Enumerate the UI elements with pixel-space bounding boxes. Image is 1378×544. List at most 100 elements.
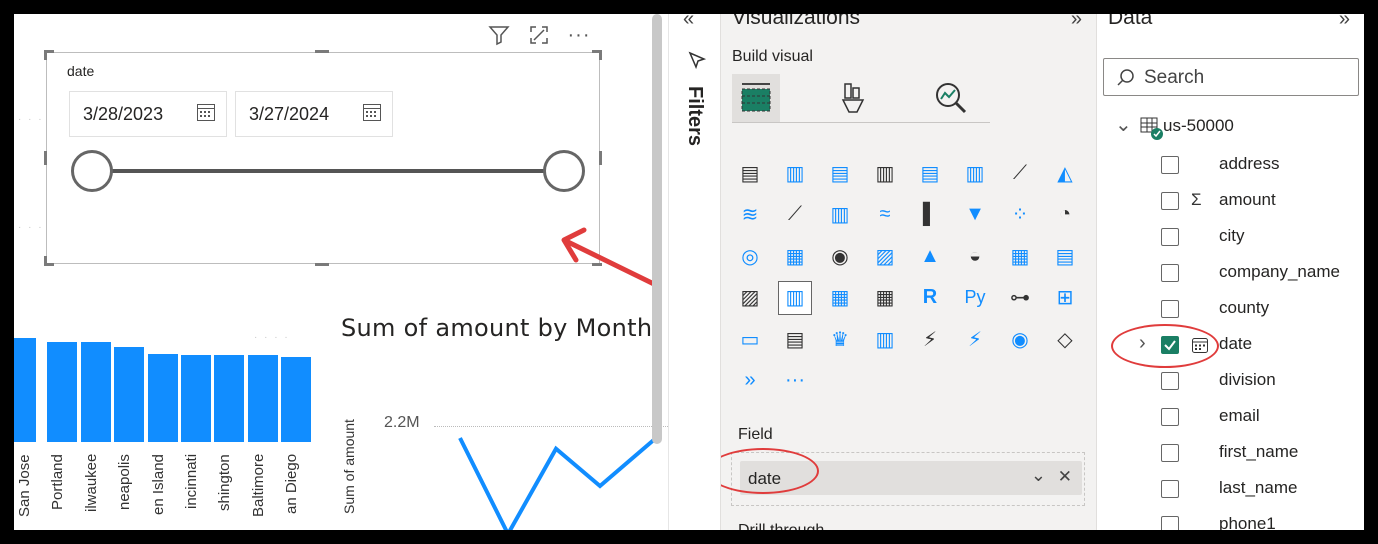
- search-field[interactable]: Search: [1103, 58, 1359, 96]
- slider-end-handle[interactable]: [543, 150, 585, 192]
- resize-handle[interactable]: [599, 50, 602, 60]
- field-checkbox[interactable]: [1161, 480, 1179, 498]
- visual-type-icon[interactable]: ▨: [868, 239, 902, 273]
- visual-type-icon[interactable]: ⊞: [1048, 281, 1082, 315]
- field-checkbox[interactable]: [1161, 516, 1179, 530]
- field-row[interactable]: Σamount: [1097, 184, 1364, 220]
- table-node[interactable]: ⌄ us-50000: [1097, 110, 1364, 146]
- filter-icon[interactable]: [486, 22, 512, 48]
- visual-type-icon[interactable]: ▲: [913, 239, 947, 273]
- bar[interactable]: [114, 347, 145, 442]
- build-visual-tab[interactable]: [732, 74, 780, 122]
- field-row[interactable]: address: [1097, 148, 1364, 184]
- field-row[interactable]: county: [1097, 292, 1364, 328]
- visual-type-icon[interactable]: ⚡: [958, 322, 992, 356]
- bar[interactable]: [214, 354, 245, 442]
- field-row[interactable]: company_name: [1097, 256, 1364, 292]
- field-checkbox[interactable]: [1161, 264, 1179, 282]
- visual-type-icon[interactable]: ▤: [1048, 239, 1082, 273]
- field-checkbox[interactable]: [1161, 156, 1179, 174]
- visual-type-icon[interactable]: ▦: [778, 239, 812, 273]
- report-canvas[interactable]: · · · · · · ··· date 3/28/2023 3/27/2024…: [14, 14, 668, 530]
- visual-type-icon[interactable]: ⟋: [1003, 156, 1037, 190]
- bar[interactable]: [247, 354, 278, 442]
- chevron-down-icon[interactable]: ⌄: [1031, 465, 1046, 486]
- field-row[interactable]: phone1: [1097, 508, 1364, 530]
- visual-type-icon[interactable]: ⚡: [913, 322, 947, 356]
- bar[interactable]: [281, 356, 312, 442]
- bar[interactable]: [14, 338, 36, 442]
- visual-type-icon[interactable]: ⟋: [778, 198, 812, 232]
- visual-type-icon[interactable]: ▦: [823, 281, 857, 315]
- calendar-icon[interactable]: [196, 102, 216, 122]
- visual-type-icon[interactable]: ♛: [823, 322, 857, 356]
- field-checkbox[interactable]: [1161, 192, 1179, 210]
- visual-type-icon[interactable]: ▌: [913, 198, 947, 232]
- expand-filters-icon[interactable]: «: [683, 8, 694, 31]
- more-options-icon[interactable]: ···: [566, 22, 592, 48]
- visual-type-icon[interactable]: ◇: [1048, 322, 1082, 356]
- calendar-icon[interactable]: [362, 102, 382, 122]
- visual-type-icon[interactable]: ◎: [733, 239, 767, 273]
- bar[interactable]: [80, 342, 111, 442]
- visual-type-icon[interactable]: ▥: [778, 156, 812, 190]
- field-checkbox[interactable]: [1161, 372, 1179, 390]
- visual-type-icon[interactable]: ▤: [778, 322, 812, 356]
- chevron-down-icon[interactable]: ⌄: [1115, 112, 1132, 137]
- visual-type-icon[interactable]: ◒: [958, 239, 992, 273]
- visual-type-icon[interactable]: ⊶: [1003, 281, 1037, 315]
- visual-type-icon[interactable]: ≋: [733, 198, 767, 232]
- bar[interactable]: [181, 354, 211, 442]
- focus-mode-icon[interactable]: [526, 22, 552, 48]
- field-checkbox[interactable]: [1161, 228, 1179, 246]
- start-date-input[interactable]: 3/28/2023: [69, 91, 227, 137]
- visual-type-icon[interactable]: ▦: [868, 281, 902, 315]
- visual-type-icon[interactable]: ▼: [958, 198, 992, 232]
- visual-type-icon[interactable]: ▥: [868, 322, 902, 356]
- visual-type-icon[interactable]: ▥: [778, 280, 812, 315]
- end-date-input[interactable]: 3/27/2024: [235, 91, 393, 137]
- resize-handle[interactable]: [44, 50, 47, 60]
- resize-handle[interactable]: [315, 50, 329, 53]
- bar[interactable]: [147, 353, 178, 442]
- visual-type-icon[interactable]: »: [733, 364, 767, 398]
- visual-type-icon[interactable]: ▤: [733, 156, 767, 190]
- canvas-scrollbar[interactable]: [652, 14, 662, 444]
- resize-handle[interactable]: [599, 151, 602, 165]
- visual-type-icon[interactable]: ▤: [823, 156, 857, 190]
- resize-handle[interactable]: [315, 263, 329, 266]
- slider-track[interactable]: [91, 169, 563, 173]
- field-row[interactable]: first_name: [1097, 436, 1364, 472]
- visual-type-icon[interactable]: R: [913, 281, 947, 315]
- visual-type-icon[interactable]: ≈: [868, 198, 902, 232]
- visual-type-icon[interactable]: ▨: [733, 281, 767, 315]
- field-row[interactable]: email: [1097, 400, 1364, 436]
- bar[interactable]: [47, 342, 78, 442]
- visual-type-icon[interactable]: ▥: [823, 198, 857, 232]
- field-row[interactable]: city: [1097, 220, 1364, 256]
- resize-handle[interactable]: [44, 256, 47, 266]
- remove-field-icon[interactable]: ✕: [1058, 467, 1072, 487]
- date-slicer[interactable]: date 3/28/2023 3/27/2024: [44, 50, 602, 266]
- more-visuals-icon[interactable]: ···: [778, 364, 812, 398]
- analytics-tab[interactable]: [927, 74, 975, 122]
- visual-type-icon[interactable]: ◉: [823, 239, 857, 273]
- visual-type-icon[interactable]: ◭: [1048, 156, 1082, 190]
- visual-type-icon[interactable]: Py: [958, 281, 992, 315]
- visual-type-icon[interactable]: ▭: [733, 322, 767, 356]
- field-checkbox[interactable]: [1161, 444, 1179, 462]
- field-checkbox[interactable]: [1161, 300, 1179, 318]
- collapse-data-icon[interactable]: »: [1339, 14, 1350, 31]
- visual-type-icon[interactable]: ◉: [1003, 322, 1037, 356]
- filters-pane-collapsed[interactable]: « Filters: [668, 8, 720, 530]
- field-checkbox[interactable]: [1161, 408, 1179, 426]
- format-visual-tab[interactable]: [829, 74, 877, 122]
- collapse-visualizations-icon[interactable]: »: [1071, 14, 1082, 31]
- field-row[interactable]: division: [1097, 364, 1364, 400]
- slider-start-handle[interactable]: [71, 150, 113, 192]
- field-row[interactable]: last_name: [1097, 472, 1364, 508]
- visual-type-icon[interactable]: ▦: [1003, 239, 1037, 273]
- visual-type-icon[interactable]: ▥: [958, 156, 992, 190]
- visual-type-icon[interactable]: ▤: [913, 156, 947, 190]
- visual-type-icon[interactable]: ◔: [1048, 198, 1082, 232]
